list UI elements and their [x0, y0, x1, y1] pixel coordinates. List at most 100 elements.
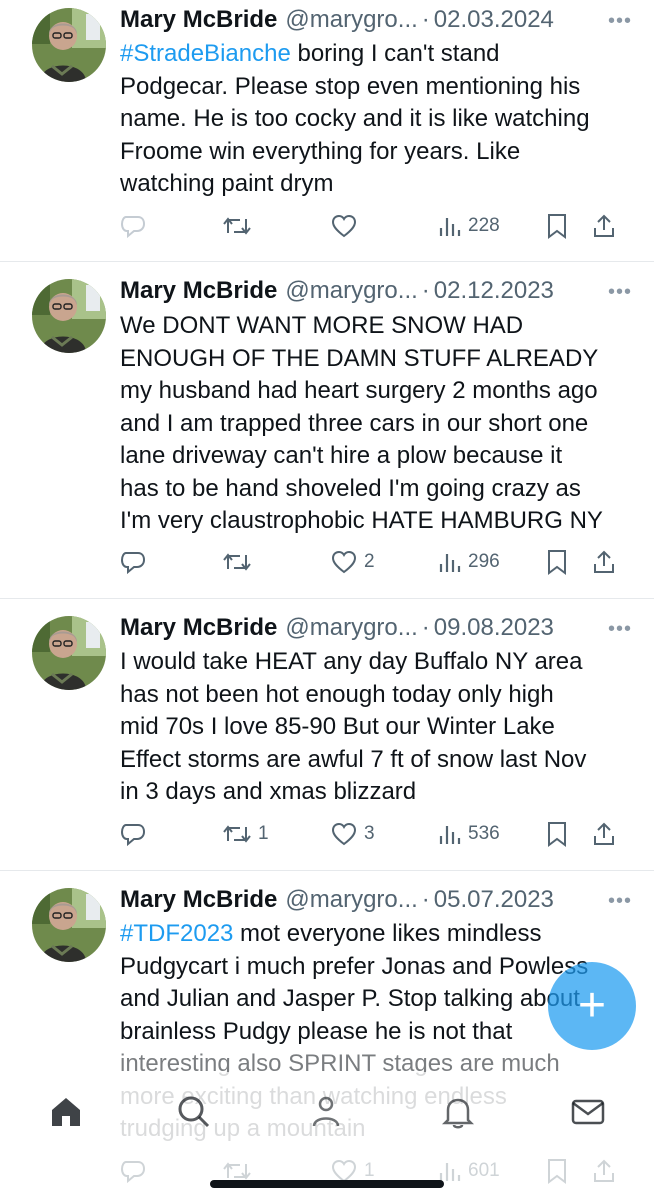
tweet-text-content: my husband had heart surgery 2 months ag…	[120, 377, 598, 404]
tweet-text-content: Froome win everything for years. Like	[120, 137, 521, 165]
repost-icon	[222, 821, 252, 847]
more-icon[interactable]: •••	[608, 890, 632, 913]
tweet-header: Mary McBride @marygro... · 09.08.2023	[120, 612, 636, 644]
bookmark-button[interactable]	[546, 544, 568, 580]
repost-button[interactable]	[222, 544, 258, 580]
tweet-text-content: ENOUGH OF THE DAMN STUFF ALREADY	[120, 344, 599, 372]
tweet-text-line: We DONT WANT MORE SNOW HAD	[120, 310, 630, 343]
tweet-text-content: Effect storms are awful 7 ft of snow las…	[120, 745, 587, 773]
like-button[interactable]	[330, 208, 364, 244]
repost-button[interactable]: 1	[222, 816, 269, 852]
author-name[interactable]: Mary McBride	[120, 277, 277, 305]
like-icon	[330, 549, 358, 575]
home-indicator	[210, 1180, 444, 1188]
tweet-text-content: and I am trapped three cars in our short…	[120, 409, 589, 437]
bookmark-button[interactable]	[546, 208, 568, 244]
author-name[interactable]: Mary McBride	[120, 886, 277, 914]
bookmark-icon	[546, 549, 568, 575]
like-count: 3	[364, 823, 375, 844]
views-icon	[438, 550, 462, 574]
tweet-text-line: has to be hand shoveled I'm going crazy …	[120, 473, 630, 506]
views-count: 296	[468, 551, 500, 572]
tweet-header: Mary McBride @marygro... · 02.12.2023	[120, 275, 636, 307]
tweet-date[interactable]: 09.08.2023	[434, 614, 554, 642]
tweet-text-line: Podgecar. Please stop even mentioning hi…	[120, 71, 630, 104]
tweet-text-line: name. He is too cocky and it is like wat…	[120, 103, 630, 136]
repost-button[interactable]	[222, 208, 258, 244]
author-handle[interactable]: @marygro...	[285, 6, 417, 34]
avatar[interactable]	[32, 279, 106, 353]
tweet-header: Mary McBride @marygro... · 02.03.2024	[120, 4, 636, 36]
tweet-text-line: Pudgycart i much prefer Jonas and Powles…	[120, 951, 630, 984]
tweet-text-line: and I am trapped three cars in our short…	[120, 408, 630, 441]
tweet[interactable]: Mary McBride @marygro... · 02.03.2024 ••• #St…	[0, 0, 654, 262]
views-button[interactable]: 296	[438, 544, 500, 580]
tweet-text-line: I'm very claustrophobic HATE HAMBURG NY	[120, 505, 630, 538]
tweet-date[interactable]: 02.03.2024	[434, 6, 554, 34]
bookmark-icon	[546, 213, 568, 239]
author-handle[interactable]: @marygro...	[285, 277, 417, 305]
separator: ·	[421, 277, 430, 304]
author-name[interactable]: Mary McBride	[120, 614, 277, 642]
reply-icon	[120, 549, 146, 575]
reply-button[interactable]	[120, 208, 152, 244]
tweet-text-content: Pudgycart i much prefer Jonas and Powles…	[120, 952, 589, 980]
share-button[interactable]	[592, 544, 616, 580]
like-button[interactable]: 3	[330, 816, 375, 852]
tweet-text-content: mot everyone likes mindless	[233, 920, 542, 947]
messages-icon[interactable]	[568, 1092, 608, 1132]
tweet-text-line: ENOUGH OF THE DAMN STUFF ALREADY	[120, 343, 630, 376]
tweet-text-content: brainless Pudgy please he is not that	[120, 1017, 513, 1045]
tweet-text-line: #TDF2023 mot everyone likes mindless	[120, 918, 630, 951]
compose-button[interactable]: +	[548, 962, 636, 1050]
avatar[interactable]	[32, 888, 106, 962]
share-button[interactable]	[592, 816, 616, 852]
tweet-date[interactable]: 05.07.2023	[434, 886, 554, 914]
share-icon	[592, 549, 616, 575]
author-handle[interactable]: @marygro...	[285, 886, 417, 914]
tweet-actions: 228	[0, 208, 654, 244]
avatar[interactable]	[32, 616, 106, 690]
views-button[interactable]: 536	[438, 816, 500, 852]
more-icon[interactable]: •••	[608, 618, 632, 641]
more-icon[interactable]: •••	[608, 10, 632, 33]
more-icon[interactable]: •••	[608, 281, 632, 304]
tweet-date[interactable]: 02.12.2023	[434, 277, 554, 305]
like-count: 2	[364, 551, 375, 572]
tweet-text-line: Effect storms are awful 7 ft of snow las…	[120, 744, 630, 777]
reply-icon	[120, 213, 146, 239]
tweet-text-line: watching paint drym	[120, 168, 630, 201]
tweet-text: #StradeBianche boring I can't stand Podge…	[120, 38, 630, 201]
like-icon	[330, 821, 358, 847]
author-name[interactable]: Mary McBride	[120, 6, 277, 34]
tweet[interactable]: Mary McBride @marygro... · 09.08.2023 ••• I w…	[0, 599, 654, 871]
hashtag-link[interactable]: #TDF2023	[120, 920, 233, 947]
repost-icon	[222, 213, 252, 239]
author-handle[interactable]: @marygro...	[285, 614, 417, 642]
bookmark-button[interactable]	[546, 816, 568, 852]
repost-icon	[222, 549, 252, 575]
tweet[interactable]: Mary McBride @marygro... · 02.12.2023 ••• We …	[0, 262, 654, 599]
reply-button[interactable]	[120, 816, 152, 852]
share-button[interactable]	[592, 208, 616, 244]
tweet-text-content: in 3 days and xmas blizzard	[120, 778, 417, 805]
communities-icon[interactable]	[306, 1092, 346, 1132]
hashtag-link[interactable]: #StradeBianche	[120, 40, 291, 67]
like-button[interactable]: 2	[330, 544, 375, 580]
search-icon[interactable]	[174, 1092, 214, 1132]
tweet-text-content: and Julian and Jasper P. Stop talking ab…	[120, 985, 580, 1012]
tweet-text-content: watching paint drym	[120, 170, 334, 197]
views-button[interactable]: 228	[438, 208, 500, 244]
tweet-text-line: #StradeBianche boring I can't stand	[120, 38, 630, 71]
separator: ·	[421, 614, 430, 641]
separator: ·	[421, 886, 430, 913]
tweet-text: We DONT WANT MORE SNOW HAD ENOUGH OF THE …	[120, 310, 630, 538]
home-icon[interactable]	[46, 1092, 86, 1132]
tweet-text-line: has not been hot enough today only high	[120, 679, 630, 712]
reply-button[interactable]	[120, 544, 152, 580]
views-count: 228	[468, 215, 500, 236]
tweet-text-content: boring I can't stand	[290, 40, 500, 67]
tweet-text-line: I would take HEAT any day Buffalo NY are…	[120, 646, 630, 679]
notifications-icon[interactable]	[438, 1092, 478, 1132]
avatar[interactable]	[32, 8, 106, 82]
